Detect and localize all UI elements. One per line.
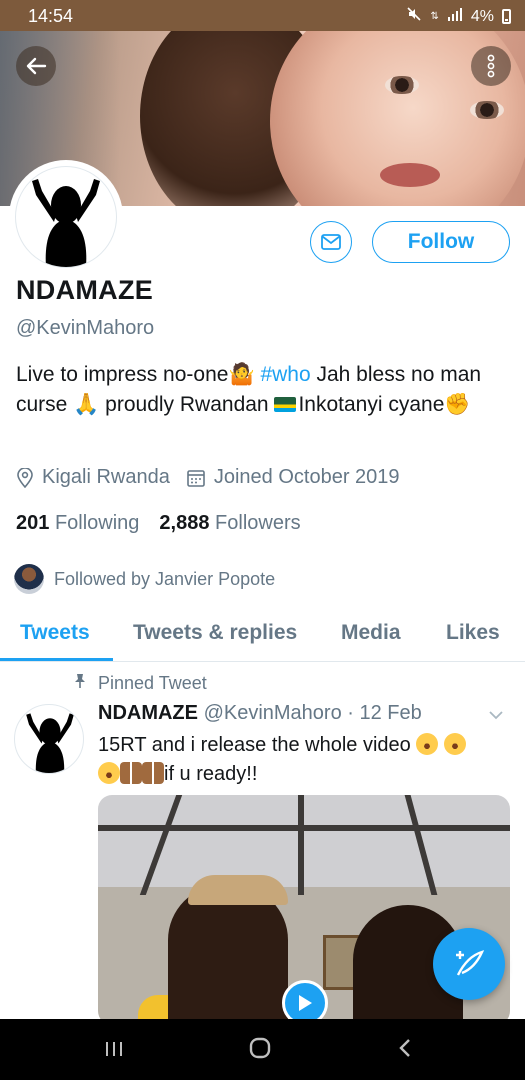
bio-text: Live to impress no-one <box>16 363 229 386</box>
recent-apps-button[interactable] <box>104 1035 124 1066</box>
followers-count: 2,888 <box>159 512 210 534</box>
battery-level: 4% <box>470 7 494 25</box>
signal-icon <box>447 7 463 26</box>
message-button[interactable] <box>310 221 352 263</box>
back-button[interactable] <box>16 46 56 86</box>
raising-hands-emoji-icon <box>120 762 142 784</box>
tab-media[interactable]: Media <box>341 621 401 645</box>
profile-tabs: Tweets Tweets & replies Media Likes <box>0 606 525 662</box>
data-icon: ⇅ <box>430 10 439 22</box>
profile-location: Kigali Rwanda <box>42 466 170 488</box>
avatar-silhouette-icon <box>32 179 100 267</box>
bio-hashtag-link[interactable]: #who <box>260 363 310 386</box>
tab-likes[interactable]: Likes <box>446 621 500 645</box>
compose-feather-icon <box>456 950 485 976</box>
following-count: 201 <box>16 512 50 534</box>
laughing-emoji-icon <box>98 762 120 784</box>
profile-handle: @KevinMahoro <box>16 317 155 339</box>
follow-counts: 201 Following 2,888 Followers <box>16 512 301 535</box>
follow-button[interactable]: Follow <box>372 221 510 263</box>
envelope-icon <box>321 234 341 250</box>
bio-text: proudly Rwandan <box>99 393 275 416</box>
followers-link[interactable]: 2,888 Followers <box>159 512 300 535</box>
followers-label: Followers <box>215 512 301 534</box>
profile-joined-date: Joined October 2019 <box>213 466 400 488</box>
laughing-emoji-icon <box>416 733 439 755</box>
tweet-text-part: 15RT and i release the whole video <box>98 734 417 756</box>
tweet-author-avatar[interactable] <box>14 704 84 774</box>
compose-tweet-button[interactable] <box>433 928 505 1000</box>
tweet-menu-chevron-down-icon[interactable] <box>488 704 504 725</box>
display-name: NDAMAZE <box>16 275 154 305</box>
battery-icon <box>502 9 511 24</box>
folded-hands-emoji-icon: 🙏 <box>73 393 100 416</box>
avatar-silhouette-icon <box>26 713 74 773</box>
tweet-author-name[interactable]: NDAMAZE <box>98 702 198 724</box>
chevron-left-icon <box>399 1039 410 1057</box>
active-tab-indicator <box>0 658 113 661</box>
profile-meta: Kigali Rwanda Joined October 2019 <box>16 466 400 489</box>
mute-icon <box>406 6 422 27</box>
raised-fist-emoji-icon: ✊ <box>444 393 471 416</box>
recents-icon <box>106 1042 122 1056</box>
more-vertical-icon <box>487 54 495 78</box>
tweet-separator: · <box>341 702 360 724</box>
android-nav-bar <box>0 1019 525 1080</box>
raising-hands-emoji-icon <box>142 762 164 784</box>
home-icon <box>249 1037 271 1059</box>
followed-by-text: Followed by Janvier Popote <box>54 568 276 589</box>
tweet-author-handle[interactable]: @KevinMahoro <box>204 702 342 724</box>
follower-avatar <box>14 564 44 594</box>
location-pin-icon <box>17 467 33 488</box>
tab-tweets-and-replies[interactable]: Tweets & replies <box>133 621 297 645</box>
pin-icon <box>70 673 90 694</box>
followed-by[interactable]: Followed by Janvier Popote <box>14 564 275 594</box>
profile-avatar[interactable] <box>9 160 123 274</box>
tweet-text: 15RT and i release the whole video if u … <box>98 731 508 789</box>
status-bar: 14:54 ⇅ 4% <box>0 0 525 31</box>
more-options-button[interactable] <box>471 46 511 86</box>
home-button[interactable] <box>249 1035 271 1066</box>
rwanda-flag-icon <box>274 397 297 412</box>
arrow-left-icon <box>26 57 47 75</box>
calendar-icon <box>187 469 205 487</box>
status-icons: ⇅ 4% <box>406 6 511 27</box>
bio-text: Inkotanyi cyane <box>298 393 445 416</box>
tweet-date[interactable]: 12 Feb <box>360 702 422 724</box>
tweet-text-part: if u ready!! <box>164 763 258 785</box>
pinned-label: Pinned Tweet <box>70 673 207 694</box>
profile-bio: Live to impress no-one🤷 #who Jah bless n… <box>16 360 506 420</box>
status-time: 14:54 <box>28 6 74 26</box>
person-shrugging-emoji-icon: 🤷 <box>228 363 255 386</box>
following-link[interactable]: 201 Following <box>16 512 139 535</box>
laughing-emoji-icon <box>443 733 466 755</box>
pinned-text: Pinned Tweet <box>98 673 207 693</box>
tab-tweets[interactable]: Tweets <box>20 621 90 645</box>
tweet-header: NDAMAZE @KevinMahoro · 12 Feb <box>98 702 422 725</box>
following-label: Following <box>54 512 140 534</box>
play-icon <box>299 995 312 1011</box>
back-nav-button[interactable] <box>398 1035 412 1066</box>
